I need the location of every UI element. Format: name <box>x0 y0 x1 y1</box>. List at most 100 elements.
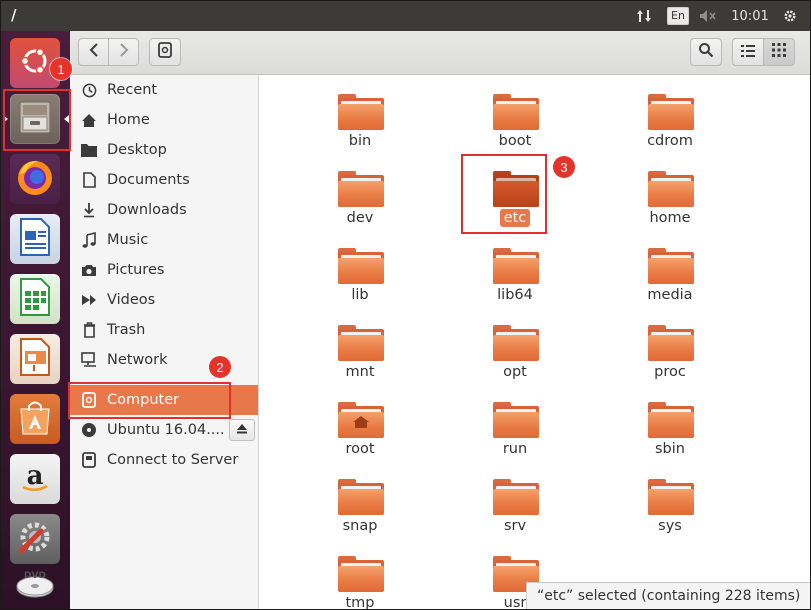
folder-label: run <box>502 441 528 457</box>
annotation-badge-3: 3 <box>553 156 575 178</box>
network-updown-icon[interactable] <box>631 1 657 31</box>
sidebar-item-downloads[interactable]: Downloads <box>70 195 258 225</box>
folder-item-srv[interactable]: srv <box>455 465 575 535</box>
ubuntu-logo-icon <box>17 43 53 83</box>
folder-label: sbin <box>655 441 685 457</box>
sidebar-item-label: Connect to Server <box>107 452 239 468</box>
sidebar-item-ubuntu-disc[interactable]: Ubuntu 16.04.... <box>70 415 258 445</box>
amazon-icon: a <box>17 459 53 499</box>
folder-icon <box>648 248 694 284</box>
search-button[interactable] <box>690 38 722 66</box>
folder-item-cdrom[interactable]: cdrom <box>610 80 730 150</box>
sidebar-item-label: Network <box>107 352 168 368</box>
folder-item-sbin[interactable]: sbin <box>610 388 730 458</box>
clock[interactable]: 10:01 <box>728 1 772 31</box>
network-icon <box>80 351 98 369</box>
back-button[interactable] <box>78 38 109 66</box>
sidebar-item-recent[interactable]: Recent <box>70 75 258 105</box>
sidebar-item-label: Pictures <box>107 262 165 278</box>
chevron-right-icon <box>119 43 129 61</box>
folder-item-opt[interactable]: opt <box>455 311 575 381</box>
shopping-bag-icon <box>16 397 54 441</box>
drive-icon <box>158 42 172 62</box>
folder-item-bin[interactable]: bin <box>300 80 420 150</box>
home-icon <box>80 111 98 129</box>
eject-icon <box>236 423 248 437</box>
sidebar-item-label: Documents <box>107 172 190 188</box>
folder-item-run[interactable]: run <box>455 388 575 458</box>
keyboard-language-indicator[interactable]: En <box>665 1 691 31</box>
sidebar-item-documents[interactable]: Documents <box>70 165 258 195</box>
annotation-badge-2: 2 <box>209 356 231 378</box>
server-icon <box>80 451 98 469</box>
svg-text:a: a <box>27 461 44 491</box>
sidebar-item-label: Downloads <box>107 202 187 218</box>
window-title: / <box>11 6 17 24</box>
launcher-firefox-button[interactable] <box>10 154 60 204</box>
folder-label: lib <box>351 287 369 303</box>
writer-document-icon <box>17 217 53 261</box>
launcher-amazon-button[interactable]: a <box>10 454 60 504</box>
eject-button[interactable] <box>229 419 255 441</box>
launcher-software-button[interactable] <box>10 394 60 444</box>
sidebar-item-trash[interactable]: Trash <box>70 315 258 345</box>
grid-view-button[interactable] <box>763 38 795 66</box>
sidebar-item-connect-to-server[interactable]: Connect to Server <box>70 445 258 475</box>
folder-label: snap <box>342 518 378 534</box>
sidebar-item-label: Trash <box>107 322 146 338</box>
folder-item-snap[interactable]: snap <box>300 465 420 535</box>
folder-icon <box>493 325 539 361</box>
launcher-calc-button[interactable] <box>10 274 60 324</box>
folder-item-lib[interactable]: lib <box>300 234 420 304</box>
folder-icon <box>338 556 384 592</box>
folder-label: usr <box>503 595 527 610</box>
sidebar-item-desktop[interactable]: Desktop <box>70 135 258 165</box>
folder-item-lib64[interactable]: lib64 <box>455 234 575 304</box>
firefox-icon <box>14 156 56 202</box>
folder-item-media[interactable]: media <box>610 234 730 304</box>
folder-item-mnt[interactable]: mnt <box>300 311 420 381</box>
folder-item-sys[interactable]: sys <box>610 465 730 535</box>
folder-label: tmp <box>345 595 375 610</box>
download-icon <box>80 201 98 219</box>
video-icon <box>80 291 98 309</box>
launcher-settings-button[interactable] <box>10 514 60 564</box>
forward-button[interactable] <box>108 38 139 66</box>
path-bar-computer-button[interactable] <box>149 38 181 66</box>
sidebar-item-label: Home <box>107 112 150 128</box>
list-view-button[interactable] <box>732 38 764 66</box>
folder-item-proc[interactable]: proc <box>610 311 730 381</box>
folder-item-root[interactable]: root <box>300 388 420 458</box>
folder-label: home <box>649 210 691 226</box>
sidebar-item-pictures[interactable]: Pictures <box>70 255 258 285</box>
folder-icon <box>338 325 384 361</box>
volume-muted-icon[interactable] <box>695 1 721 31</box>
folder-label: lib64 <box>497 287 533 303</box>
folder-icon <box>493 479 539 515</box>
folder-item-home[interactable]: home <box>610 157 730 227</box>
folder-icon <box>493 248 539 284</box>
folder-icon <box>80 141 98 159</box>
power-settings-icon[interactable] <box>777 1 803 31</box>
folder-label: proc <box>654 364 686 380</box>
sidebar-item-videos[interactable]: Videos <box>70 285 258 315</box>
sidebar-item-home[interactable]: Home <box>70 105 258 135</box>
wrench-gear-icon <box>15 517 55 561</box>
folder-label: mnt <box>345 364 375 380</box>
launcher-dvd-button[interactable]: DVD <box>10 564 60 604</box>
folder-item-boot[interactable]: boot <box>455 80 575 150</box>
launcher-impress-button[interactable] <box>10 334 60 384</box>
launcher-writer-button[interactable] <box>10 214 60 264</box>
folder-label: cdrom <box>647 133 693 149</box>
list-view-icon <box>741 43 755 61</box>
camera-icon <box>80 261 98 279</box>
svg-text:DVD: DVD <box>24 571 46 581</box>
folder-icon <box>493 94 539 130</box>
folder-item-tmp[interactable]: tmp <box>300 542 420 610</box>
dvd-icon: DVD <box>14 564 56 604</box>
folder-item-dev[interactable]: dev <box>300 157 420 227</box>
folder-icon <box>493 402 539 438</box>
folder-icon <box>338 248 384 284</box>
sidebar-item-label: Music <box>107 232 149 248</box>
sidebar-item-music[interactable]: Music <box>70 225 258 255</box>
